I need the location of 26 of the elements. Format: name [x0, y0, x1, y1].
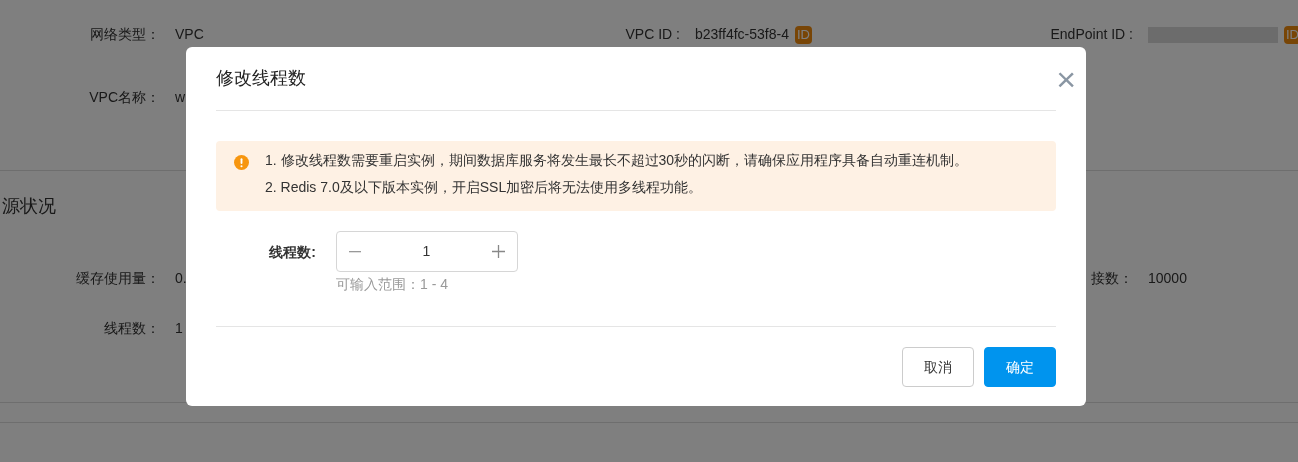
field-label: EndPoint ID : — [1049, 25, 1133, 44]
warning-icon — [234, 155, 249, 170]
id-badge: ID — [794, 25, 812, 44]
field-label: 线程数： — [103, 319, 160, 338]
field-label: 网络类型： — [89, 25, 160, 44]
number-stepper[interactable]: 1 — [336, 231, 518, 272]
field-value: 1 — [175, 319, 183, 338]
section-title: 源状况 — [1, 195, 56, 218]
minus-icon[interactable] — [349, 250, 361, 253]
alert-text: 2. Redis 7.0及以下版本实例，开启SSL加密后将无法使用多线程功能。 — [265, 178, 704, 197]
field-value: b23ff4fc-53f8-4 — [695, 25, 789, 44]
hint-text: 可输入范围：1 - 4 — [336, 275, 449, 294]
field-label: 缓存使用量： — [75, 269, 160, 288]
field-label: VPC名称： — [88, 88, 160, 107]
alert-text: 1. 修改线程数需要重启实例，期间数据库服务将发生最长不超过30秒的闪断，请确保应用程序具备自动重连机制。 — [265, 151, 969, 170]
field-label: 线程数: — [268, 243, 317, 262]
field-value: 0. — [175, 269, 187, 288]
field-value: 10000 — [1148, 269, 1187, 288]
field-value: VPC — [175, 25, 204, 44]
cancel-button[interactable]: 取消 — [902, 347, 974, 387]
id-badge: ID — [1284, 25, 1298, 44]
dialog-title: 修改线程数 — [216, 67, 306, 90]
field-label: VPC ID : — [624, 25, 680, 44]
field-label: 接数： — [1090, 269, 1133, 288]
plus-icon[interactable] — [492, 245, 505, 258]
field-value: w — [175, 88, 186, 107]
